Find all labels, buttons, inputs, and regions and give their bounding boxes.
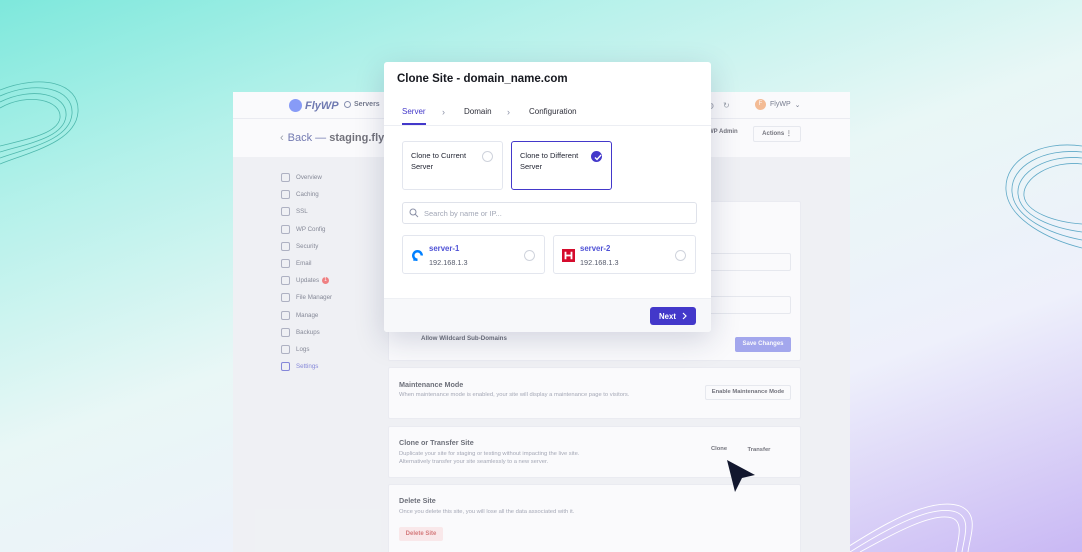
stepper: Server › Domain › Configuration [402,107,702,125]
option-label: Clone to Current Server [411,151,467,171]
search-icon [409,208,419,218]
clone-current-server-option[interactable]: Clone to Current Server [402,141,503,190]
decorative-wire-right [1005,144,1082,249]
chevron-right-icon: › [507,107,510,117]
step-domain[interactable]: Domain [464,107,492,116]
server-name: server-2 [580,244,611,253]
radio-unchecked-icon [675,250,686,261]
radio-unchecked-icon [524,250,535,261]
decorative-wire-bottom [840,503,973,552]
clone-site-modal: Clone Site - domain_name.com Server › Do… [384,62,711,332]
stepper-divider [384,125,711,126]
active-step-indicator [402,123,426,125]
mouse-pointer-icon [727,460,755,492]
chevron-right-icon: › [442,107,445,117]
next-button[interactable]: Next [650,307,696,325]
check-circle-icon [591,151,602,162]
server-ip: 192.168.1.3 [429,258,468,267]
radio-unchecked-icon [482,151,493,162]
server-search [402,202,697,224]
server-card-1[interactable]: server-1 192.168.1.3 [402,235,545,274]
search-input[interactable] [424,206,684,221]
server-ip: 192.168.1.3 [580,258,619,267]
chevron-right-icon [682,312,687,320]
next-label: Next [659,311,676,321]
step-configuration[interactable]: Configuration [529,107,577,116]
digitalocean-icon [412,250,423,261]
option-label: Clone to Different Server [520,151,579,171]
clone-different-server-option[interactable]: Clone to Different Server [511,141,612,190]
server-name: server-1 [429,244,460,253]
hetzner-icon [562,249,575,262]
step-server[interactable]: Server [402,107,426,116]
server-card-2[interactable]: server-2 192.168.1.3 [553,235,696,274]
modal-title: Clone Site - domain_name.com [397,73,568,85]
decorative-wire-left [0,81,79,165]
